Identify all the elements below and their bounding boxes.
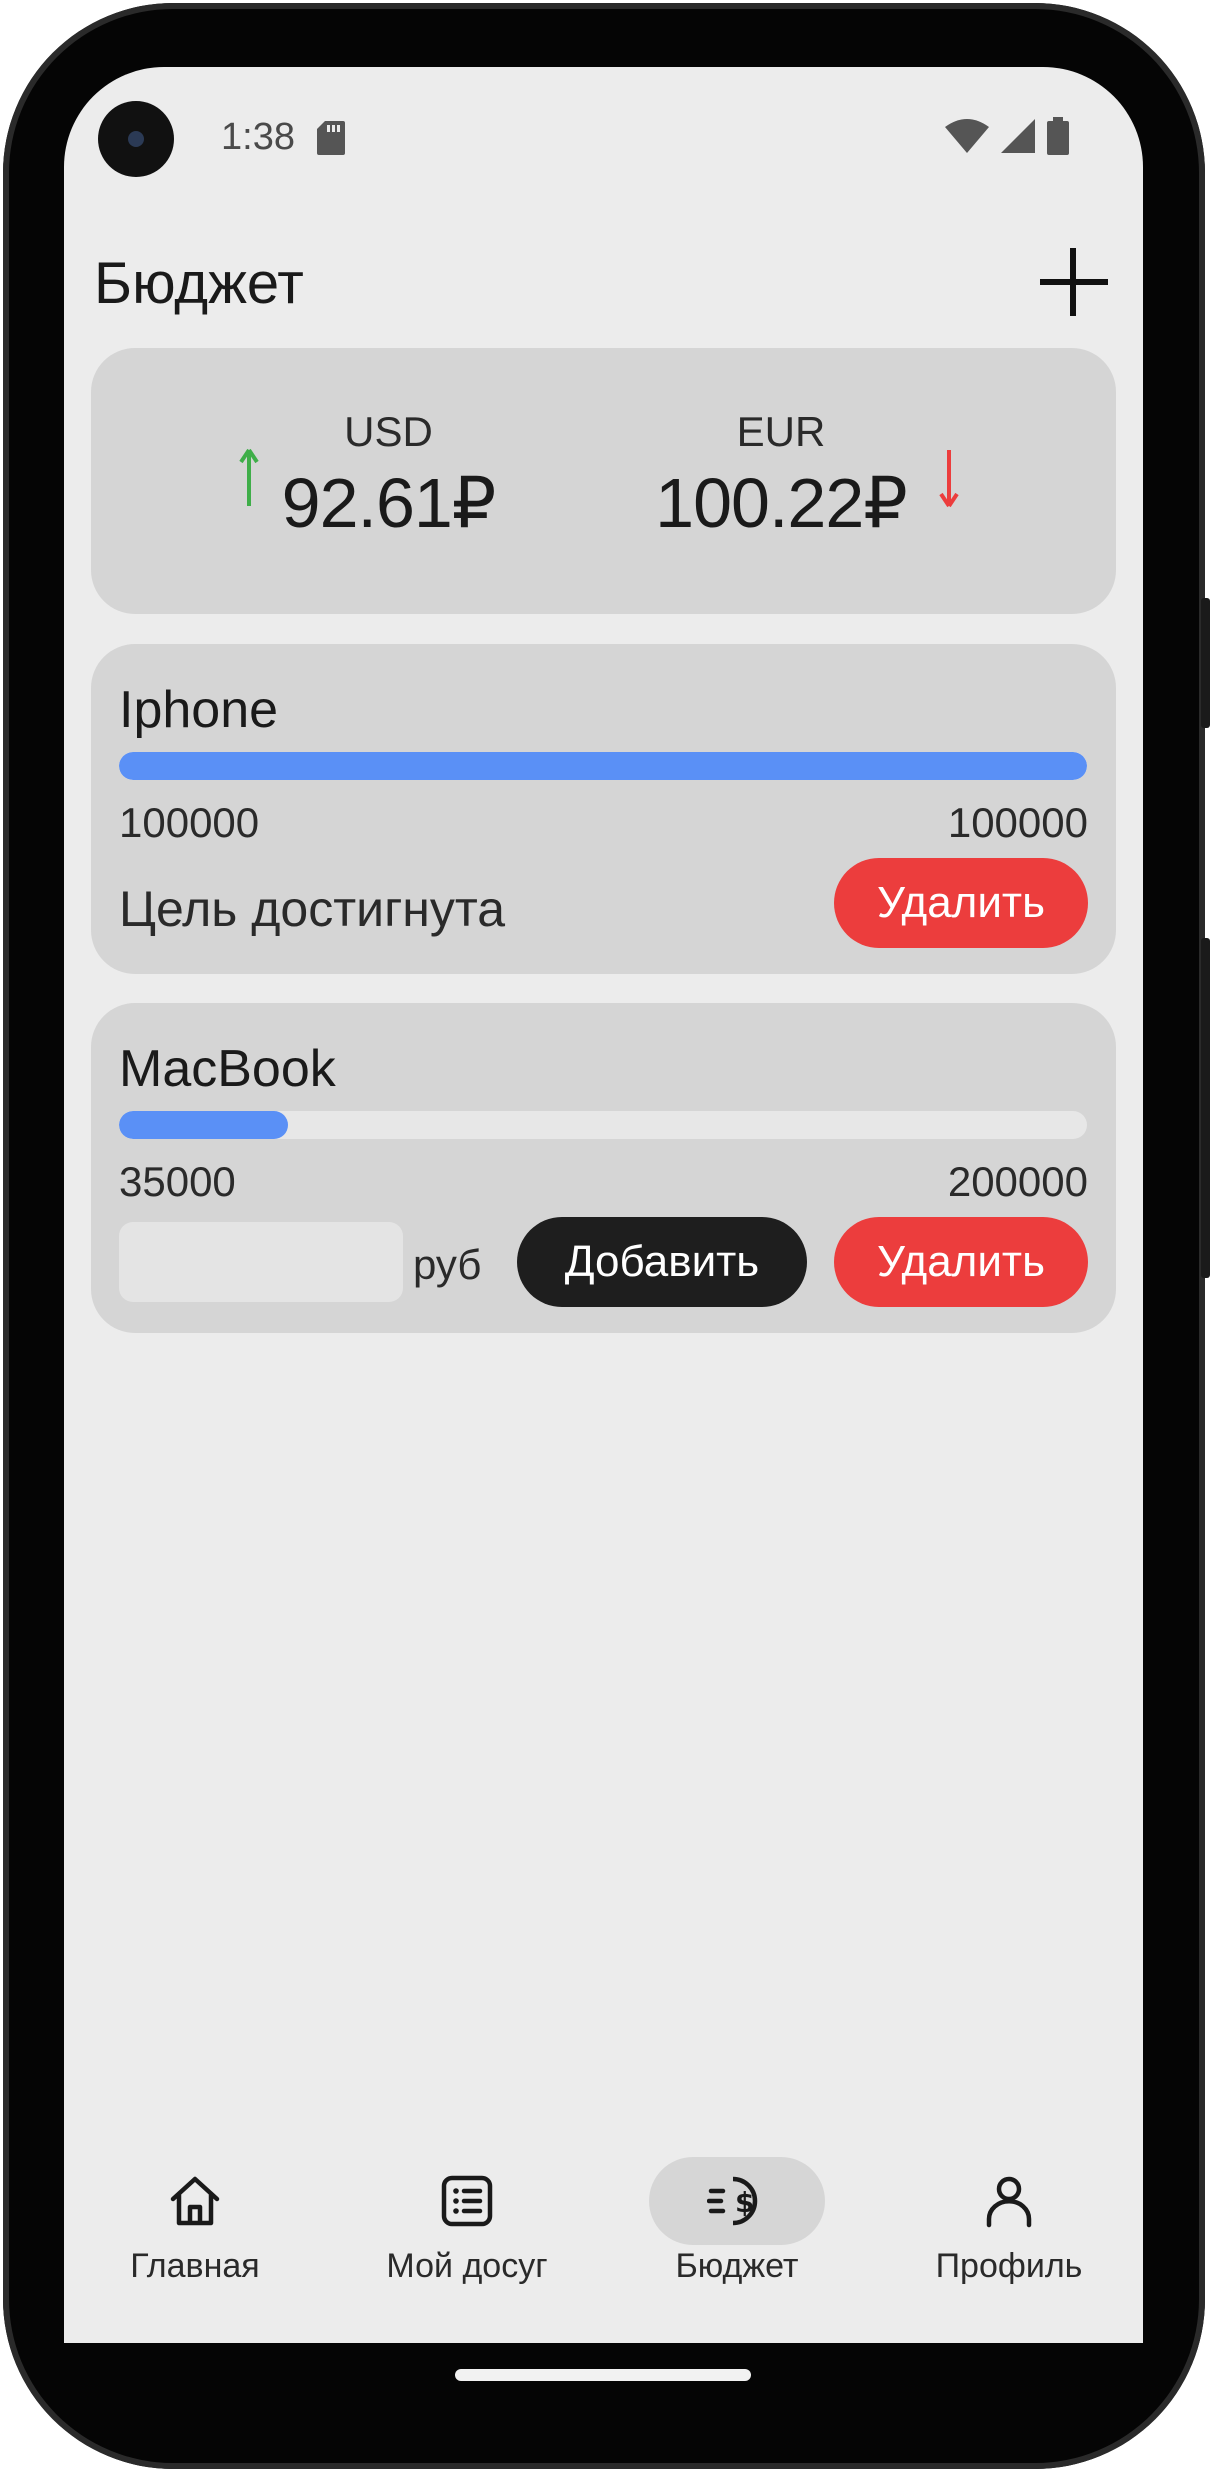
power-button [1201, 598, 1210, 728]
goal-status: Цель достигнута [119, 881, 506, 937]
currency-label: руб [413, 1241, 482, 1288]
rate-usd: USD 92.61₽ [281, 408, 497, 544]
home-indicator[interactable] [455, 2369, 751, 2381]
page-title: Бюджет [94, 251, 304, 316]
nav-item-profile[interactable]: Профиль [889, 2157, 1129, 2286]
wifi-icon [945, 119, 989, 153]
status-bar: 1:38 [64, 67, 1143, 212]
goal-name: MacBook [119, 1040, 336, 1098]
nav-label: Мой досуг [386, 2247, 548, 2285]
rate-code: EUR [736, 408, 826, 455]
nav-label: Профиль [935, 2247, 1083, 2285]
app-header: Бюджет [94, 242, 1114, 322]
battery-icon [1047, 117, 1069, 155]
bottom-navigation: Главная Мой досуг $ Бюджет Профиль [64, 2157, 1143, 2343]
rate-value: 100.22₽ [655, 464, 908, 542]
rate-code: USD [344, 408, 433, 455]
goal-progress-bar [119, 1111, 1087, 1139]
goal-current-amount: 100000 [119, 799, 260, 846]
goal-target-amount: 100000 [947, 799, 1088, 846]
rate-eur: EUR 100.22₽ [651, 408, 911, 544]
nav-item-leisure[interactable]: Мой досуг [347, 2157, 587, 2286]
list-icon [441, 2175, 493, 2227]
sd-card-icon [317, 121, 345, 155]
phone-frame: 1:38 Бюджет USD 92.61₽ EUR 100.22₽ Iphon… [3, 3, 1210, 2469]
goal-card-macbook: MacBook 35000 200000 руб Добавить Удалит… [91, 1003, 1116, 1333]
nav-label: Бюджет [675, 2247, 799, 2285]
exchange-rates-card: USD 92.61₽ EUR 100.22₽ [91, 348, 1116, 614]
goal-progress-fill [119, 752, 1087, 780]
goal-progress-fill [119, 1111, 289, 1139]
arrow-up-icon [239, 448, 259, 506]
goal-current-amount: 35000 [119, 1158, 236, 1205]
plus-icon [1040, 248, 1108, 316]
add-amount-button[interactable]: Добавить [517, 1217, 807, 1307]
add-goal-button[interactable] [1034, 242, 1114, 322]
nav-item-budget[interactable]: $ Бюджет [617, 2157, 857, 2286]
status-time: 1:38 [221, 116, 295, 158]
svg-text:$: $ [735, 2186, 754, 2219]
front-camera [98, 101, 174, 177]
rate-value: 92.61₽ [281, 464, 497, 542]
delete-button[interactable]: Удалить [834, 1217, 1088, 1307]
home-icon [170, 2176, 220, 2226]
volume-button [1201, 938, 1210, 1278]
goal-progress-bar [119, 752, 1087, 780]
person-icon [986, 2176, 1032, 2228]
goal-name: Iphone [119, 681, 279, 739]
amount-input[interactable] [119, 1222, 403, 1302]
goal-target-amount: 200000 [947, 1158, 1088, 1205]
status-icons [945, 117, 1069, 155]
delete-button[interactable]: Удалить [834, 858, 1088, 948]
goal-card-iphone: Iphone 100000 100000 Цель достигнута Уда… [91, 644, 1116, 974]
signal-icon [1001, 119, 1035, 153]
nav-label: Главная [130, 2247, 260, 2285]
budget-icon: $ [707, 2176, 758, 2226]
arrow-down-icon [939, 450, 959, 508]
nav-item-home[interactable]: Главная [75, 2157, 315, 2286]
screen: 1:38 Бюджет USD 92.61₽ EUR 100.22₽ Iphon… [64, 67, 1143, 2343]
